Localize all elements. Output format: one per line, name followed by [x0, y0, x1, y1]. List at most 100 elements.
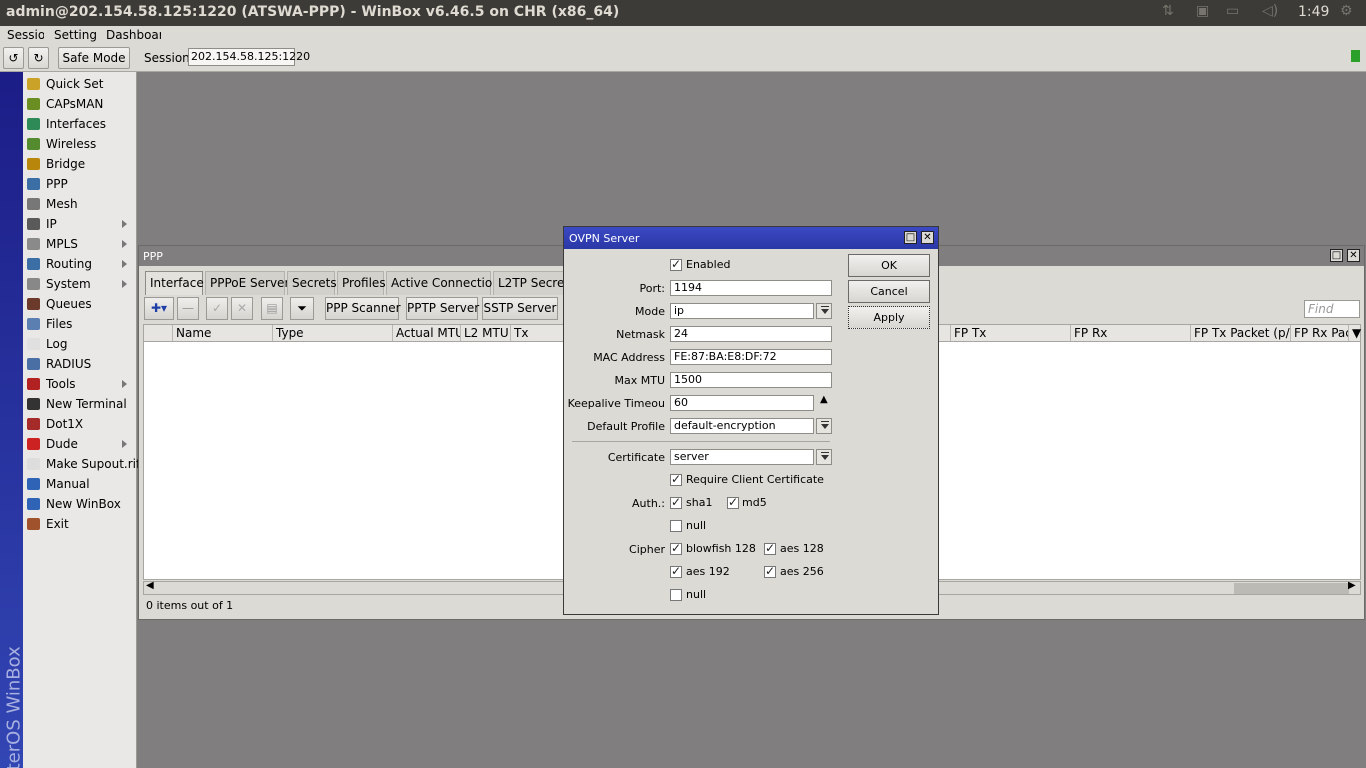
port-input[interactable]: 1194 [670, 280, 832, 296]
max-mtu-input[interactable]: 1500 [670, 372, 832, 388]
volume-icon[interactable]: ◁) [1262, 3, 1278, 19]
ppp-close-button[interactable]: ✕ [1347, 249, 1360, 262]
sidebar-item-new-terminal[interactable]: New Terminal [23, 394, 137, 414]
column-actual-mtu[interactable]: Actual MTU [392, 325, 460, 341]
keepalive-collapse-icon[interactable]: ▲ [820, 394, 828, 405]
scrollbar-thumb[interactable] [1234, 583, 1349, 594]
undo-button[interactable]: ↺ [3, 47, 24, 69]
sidebar-item-tools[interactable]: Tools [23, 374, 137, 394]
cancel-button[interactable]: Cancel [848, 280, 930, 303]
sidebar-item-ip[interactable]: IP [23, 214, 137, 234]
ovpn-title-bar[interactable]: OVPN Server □ ✕ [564, 227, 938, 249]
enabled-checkbox[interactable] [670, 257, 682, 271]
column-fp-rx-packet[interactable]: FP Rx Pack [1290, 325, 1348, 341]
enable-button[interactable]: ✓ [206, 297, 228, 320]
sidebar-item-dot1x[interactable]: Dot1X [23, 414, 137, 434]
cipher-aes128-checkbox[interactable] [764, 541, 776, 555]
netmask-input[interactable]: 24 [670, 326, 832, 342]
tab-secrets[interactable]: Secrets [287, 271, 337, 295]
menu-settings[interactable]: Settings [54, 28, 96, 42]
sidebar-item-label: PPP [46, 177, 68, 191]
sidebar-item-wireless[interactable]: Wireless [23, 134, 137, 154]
column-menu-button[interactable]: ▼ [1348, 325, 1362, 341]
sidebar-item-capsman[interactable]: CAPsMAN [23, 94, 137, 114]
sidebar-menu: Quick Set CAPsMAN Interfaces Wireless Bridge… [23, 72, 140, 768]
tab-pppoe-servers[interactable]: PPPoE Servers [205, 271, 296, 295]
scroll-right-icon[interactable]: ▶ [1348, 580, 1356, 591]
sidebar-item-dude[interactable]: Dude [23, 434, 137, 454]
pptp-server-button[interactable]: PPTP Server [406, 297, 479, 320]
auth-md5-checkbox[interactable] [727, 495, 739, 509]
manual-icon [27, 478, 40, 490]
sidebar-item-manual[interactable]: Manual [23, 474, 137, 494]
tab-profiles[interactable]: Profiles [337, 271, 386, 295]
sidebar-item-queues[interactable]: Queues [23, 294, 137, 314]
column-fp-tx-packet[interactable]: FP Tx Packet (p/s) [1190, 325, 1290, 341]
sstp-server-button[interactable]: SSTP Server [482, 297, 558, 320]
sidebar-item-log[interactable]: Log [23, 334, 137, 354]
sidebar-item-system[interactable]: System [23, 274, 137, 294]
power-gear-icon[interactable]: ⚙ [1340, 3, 1353, 19]
column-tx[interactable]: Tx [510, 325, 570, 341]
sidebar-item-files[interactable]: Files [23, 314, 137, 334]
sidebar-item-make-supout-rif[interactable]: Make Supout.rif [23, 454, 140, 474]
sidebar-item-radius[interactable]: RADIUS [23, 354, 137, 374]
sidebar-item-bridge[interactable]: Bridge [23, 154, 137, 174]
filter-button[interactable]: ⏷ [290, 297, 314, 320]
sidebar-item-interfaces[interactable]: Interfaces [23, 114, 137, 134]
column-fp-tx[interactable]: FP Tx [950, 325, 1070, 341]
column-type[interactable]: Type [272, 325, 392, 341]
column-fp-rx[interactable]: FP Rx [1070, 325, 1190, 341]
auth-null-checkbox[interactable] [670, 520, 682, 532]
default-profile-select[interactable]: default-encryption [670, 418, 814, 434]
mode-dropdown-icon[interactable] [816, 303, 832, 319]
column-name[interactable]: Name [172, 325, 272, 341]
require-cert-checkbox[interactable] [670, 472, 682, 486]
comment-button[interactable]: ▤ [261, 297, 283, 320]
sidebar-item-quick-set[interactable]: Quick Set [23, 74, 137, 94]
battery-icon[interactable]: ▭ [1226, 3, 1239, 19]
certificate-dropdown-icon[interactable] [816, 449, 832, 465]
ovpn-close-button[interactable]: ✕ [921, 231, 934, 244]
tab-active-connections[interactable]: Active Connections [386, 271, 506, 295]
cipher-blowfish-checkbox[interactable] [670, 541, 682, 555]
keyboard-icon[interactable]: ▣ [1196, 3, 1209, 19]
tab-l2tp-secrets[interactable]: L2TP Secrets [493, 271, 565, 295]
disable-button[interactable]: ✕ [231, 297, 253, 320]
scroll-left-icon[interactable]: ◀ [146, 580, 154, 591]
add-button[interactable]: ✚▾ [144, 297, 174, 320]
session-input[interactable]: 202.154.58.125:1220 [188, 48, 310, 66]
sidebar-item-mpls[interactable]: MPLS [23, 234, 137, 254]
cross-icon: ✕ [236, 301, 248, 315]
menu-dashboard[interactable]: Dashboard [106, 28, 161, 42]
auth-sha1-checkbox[interactable] [670, 495, 682, 509]
sidebar-item-ppp[interactable]: PPP [23, 174, 137, 194]
mode-select[interactable]: ip [670, 303, 814, 319]
clock[interactable]: 1:49 [1298, 4, 1329, 20]
sidebar-item-exit[interactable]: Exit [23, 514, 137, 534]
menu-session[interactable]: Session [7, 28, 44, 42]
tab-interface[interactable]: Interface [145, 271, 204, 295]
cipher-null-checkbox[interactable] [670, 589, 682, 601]
netmask-label: Netmask [616, 328, 665, 341]
remove-button[interactable]: — [177, 297, 199, 320]
network-icon[interactable]: ⇅ [1162, 3, 1174, 19]
mac-address-input[interactable]: FE:87:BA:E8:DF:72 [670, 349, 832, 365]
profile-dropdown-icon[interactable] [816, 418, 832, 434]
ppp-maximize-button[interactable]: □ [1330, 249, 1343, 262]
find-input[interactable]: Find [1304, 300, 1360, 318]
sidebar-item-new-winbox[interactable]: New WinBox [23, 494, 137, 514]
keepalive-input[interactable]: 60 [670, 395, 814, 411]
sidebar-item-routing[interactable]: Routing [23, 254, 137, 274]
certificate-select[interactable]: server [670, 449, 814, 465]
cipher-aes192-checkbox[interactable] [670, 564, 682, 578]
column-l2-mtu[interactable]: L2 MTU [460, 325, 510, 341]
apply-button[interactable]: Apply [848, 306, 930, 329]
redo-button[interactable]: ↻ [28, 47, 49, 69]
ok-button[interactable]: OK [848, 254, 930, 277]
sidebar-item-mesh[interactable]: Mesh [23, 194, 137, 214]
ppp-scanner-button[interactable]: PPP Scanner [325, 297, 401, 320]
safe-mode-button[interactable]: Safe Mode [58, 47, 130, 69]
ovpn-maximize-button[interactable]: □ [904, 231, 917, 244]
cipher-aes256-checkbox[interactable] [764, 564, 776, 578]
